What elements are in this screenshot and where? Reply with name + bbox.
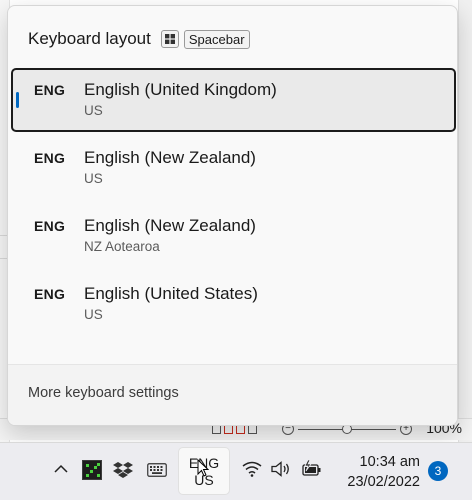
spacebar-key-hint: Spacebar <box>183 29 250 49</box>
keyboard-layout-flyout: Keyboard layout Spacebar ENG English (Un… <box>7 5 458 426</box>
volume-icon[interactable] <box>271 461 291 482</box>
flyout-header: Keyboard layout Spacebar <box>28 28 250 50</box>
tray-app-icon[interactable] <box>82 460 102 480</box>
wifi-icon[interactable] <box>242 461 262 482</box>
mouse-cursor-icon <box>197 458 210 482</box>
keyboard-name: NZ Aotearoa <box>84 239 160 254</box>
show-hidden-icons-chevron-icon[interactable] <box>54 461 68 479</box>
keyboard-name: US <box>84 171 103 186</box>
language-code: ENG <box>34 286 66 302</box>
battery-charging-icon[interactable] <box>301 459 323 483</box>
language-name: English (United States) <box>84 284 258 303</box>
flyout-footer: More keyboard settings <box>8 364 457 425</box>
flyout-title: Keyboard layout <box>28 29 151 48</box>
taskbar: ENG US 10:34 am 23/02/2022 3 <box>0 442 472 500</box>
keyboard-layout-list: ENG English (United Kingdom) US ENG Engl… <box>8 68 457 340</box>
taskbar-clock[interactable]: 10:34 am 23/02/2022 <box>338 452 420 492</box>
windows-key-icon <box>160 30 179 48</box>
language-name: English (United Kingdom) <box>84 80 277 99</box>
notification-count-badge[interactable]: 3 <box>428 461 448 481</box>
more-keyboard-settings-link[interactable]: More keyboard settings <box>28 385 179 401</box>
touch-keyboard-icon[interactable] <box>147 463 167 482</box>
clock-date: 23/02/2022 <box>347 474 420 490</box>
clock-time: 10:34 am <box>359 454 420 470</box>
dropbox-icon[interactable] <box>113 460 133 485</box>
layout-item-english-uk-us[interactable]: ENG English (United Kingdom) US <box>11 68 456 132</box>
background-scrollbar[interactable] <box>458 0 472 442</box>
keyboard-name: US <box>84 307 103 322</box>
language-code: ENG <box>34 218 66 234</box>
selected-indicator <box>16 92 19 108</box>
keyboard-name: US <box>84 103 103 118</box>
language-code: ENG <box>34 82 66 98</box>
layout-item-english-us-us[interactable]: ENG English (United States) US <box>11 272 456 336</box>
layout-item-english-nz-aotearoa[interactable]: ENG English (New Zealand) NZ Aotearoa <box>11 204 456 268</box>
language-name: English (New Zealand) <box>84 216 256 235</box>
language-code: ENG <box>34 150 66 166</box>
language-name: English (New Zealand) <box>84 148 256 167</box>
layout-item-english-nz-us[interactable]: ENG English (New Zealand) US <box>11 136 456 200</box>
